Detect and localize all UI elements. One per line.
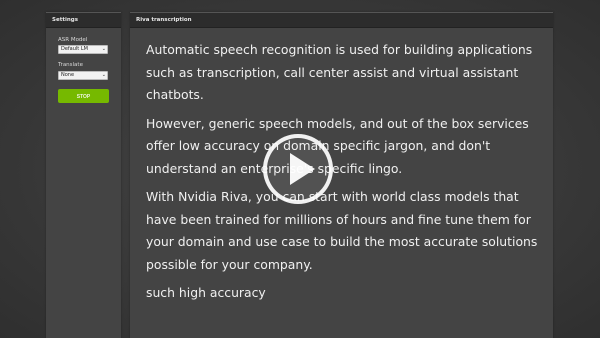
transcript-paragraph: Automatic speech recognition is used for… — [146, 42, 533, 102]
transcription-header: Riva transcription — [130, 13, 553, 28]
transcription-text: Automatic speech recognition is used for… — [146, 39, 546, 311]
play-icon — [290, 153, 315, 185]
play-button[interactable] — [263, 134, 333, 204]
translate-label: Translate — [58, 62, 83, 68]
translate-select[interactable]: None ⌄ — [58, 71, 108, 80]
asr-model-value: Default LM — [61, 46, 88, 52]
asr-model-select[interactable]: Default LM ⌄ — [58, 45, 108, 54]
transcript-paragraph: With Nvidia Riva, you can start with wor… — [146, 189, 538, 272]
transcript-paragraph: such high accuracy — [146, 285, 266, 300]
transcription-panel: Riva transcription Automatic speech reco… — [130, 12, 553, 338]
settings-panel: Settings ASR Model Default LM ⌄ Translat… — [46, 12, 121, 338]
asr-model-label: ASR Model — [58, 37, 88, 43]
chevron-down-icon: ⌄ — [101, 46, 106, 52]
transcript-paragraph: However, generic speech models, and out … — [146, 115, 529, 176]
stop-button[interactable]: STOP — [58, 89, 109, 103]
settings-header: Settings — [46, 13, 121, 28]
translate-value: None — [61, 72, 75, 78]
video-frame: Settings ASR Model Default LM ⌄ Translat… — [0, 0, 600, 338]
chevron-down-icon: ⌄ — [101, 72, 106, 78]
